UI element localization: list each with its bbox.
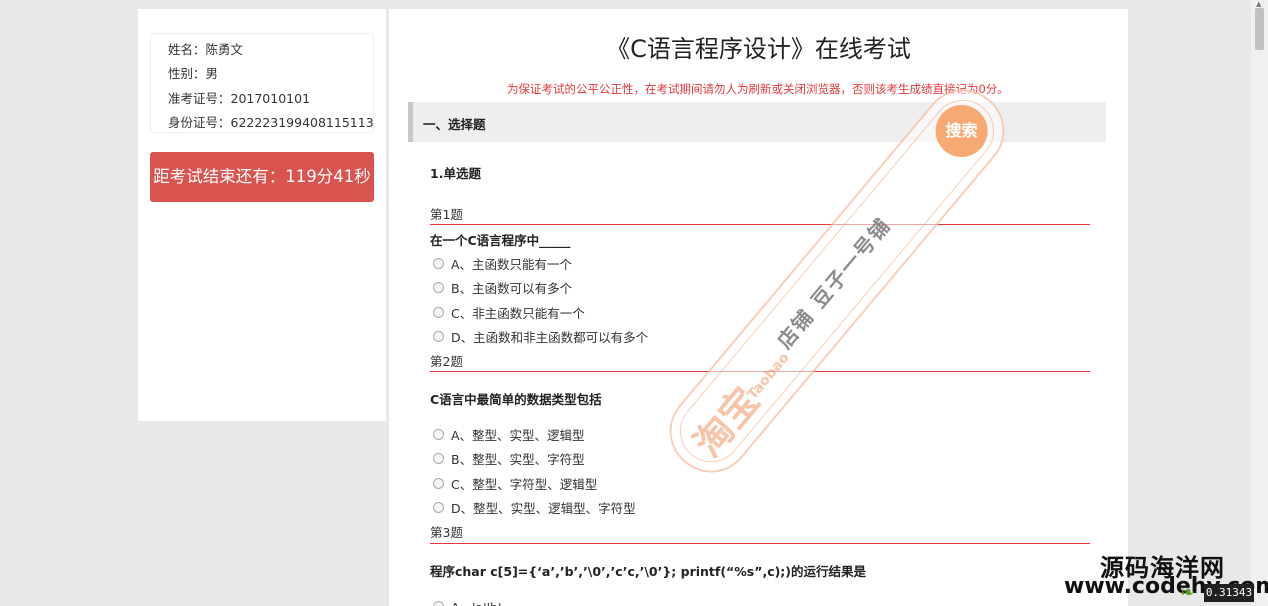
- section-header: 一、选择题: [408, 102, 1106, 142]
- question-type-heading: 1.单选题: [430, 166, 481, 181]
- answer-option[interactable]: D、整型、实型、逻辑型、字符型: [433, 498, 636, 517]
- student-id-number: 身份证号：622223199408115113: [168, 115, 374, 130]
- answer-option[interactable]: A、整型、实型、逻辑型: [433, 425, 585, 444]
- section-title: 一、选择题: [423, 117, 486, 132]
- question-number: 第3题: [430, 525, 463, 540]
- option-label: D、主函数和非主函数都可以有多个: [451, 330, 649, 345]
- radio-button-icon[interactable]: [433, 258, 444, 269]
- question-divider: [430, 224, 1090, 225]
- option-label: B、主函数可以有多个: [451, 281, 573, 296]
- student-info-box: 姓名：陈勇文 性别：男 准考证号：2017010101 身份证号：6222231…: [150, 33, 374, 133]
- answer-option[interactable]: B、整型、实型、字符型: [433, 449, 585, 468]
- option-label: A、'a''b': [451, 597, 501, 606]
- option-label: C、整型、字符型、逻辑型: [451, 477, 598, 492]
- page-scrollbar[interactable]: ▲: [1251, 0, 1268, 606]
- radio-button-icon[interactable]: [433, 453, 444, 464]
- answer-option[interactable]: A、'a''b': [433, 597, 501, 606]
- exam-main: 《C语言程序设计》在线考试 为保证考试的公平公正性，在考试期间请勿人为刷新或关闭…: [389, 9, 1128, 606]
- radio-button-icon[interactable]: [433, 307, 444, 318]
- answer-option[interactable]: A、主函数只能有一个: [433, 254, 572, 273]
- countdown-timer: 距考试结束还有：119分41秒: [150, 152, 374, 202]
- student-info-panel: 姓名：陈勇文 性别：男 准考证号：2017010101 身份证号：6222231…: [138, 9, 386, 421]
- option-label: B、整型、实型、字符型: [451, 452, 585, 467]
- radio-button-icon[interactable]: [433, 331, 444, 342]
- student-gender: 性别：男: [168, 66, 219, 81]
- radio-button-icon[interactable]: [433, 478, 444, 489]
- radio-button-icon[interactable]: [433, 601, 444, 606]
- radio-button-icon[interactable]: [433, 429, 444, 440]
- option-label: A、整型、实型、逻辑型: [451, 428, 585, 443]
- option-label: A、主函数只能有一个: [451, 257, 573, 272]
- corner-tag: 0.31343: [1204, 584, 1254, 602]
- question-number: 第2题: [430, 354, 463, 369]
- student-ticket-number: 准考证号：2017010101: [168, 91, 311, 106]
- student-name: 姓名：陈勇文: [168, 42, 244, 57]
- option-label: C、非主函数只能有一个: [451, 306, 585, 321]
- scroll-up-arrow-icon[interactable]: ▲: [1256, 0, 1261, 8]
- question-stem: C语言中最简单的数据类型包括: [430, 392, 602, 407]
- answer-option[interactable]: D、主函数和非主函数都可以有多个: [433, 327, 648, 346]
- radio-button-icon[interactable]: [433, 282, 444, 293]
- radio-button-icon[interactable]: [433, 502, 444, 513]
- answer-option[interactable]: B、主函数可以有多个: [433, 278, 572, 297]
- question-divider: [430, 543, 1090, 544]
- option-label: D、整型、实型、逻辑型、字符型: [451, 501, 636, 516]
- question-divider: [430, 371, 1090, 372]
- question-stem: 在一个C语言程序中_____: [430, 233, 571, 248]
- leaf-icon: ❧: [1180, 582, 1196, 603]
- answer-option[interactable]: C、整型、字符型、逻辑型: [433, 474, 597, 493]
- scroll-thumb[interactable]: [1255, 8, 1264, 50]
- exam-title: 《C语言程序设计》在线考试: [606, 35, 911, 63]
- answer-option[interactable]: C、非主函数只能有一个: [433, 303, 585, 322]
- exam-notice: 为保证考试的公平公正性，在考试期间请勿人为刷新或关闭浏览器，否则该考生成绩直接记…: [507, 82, 1009, 96]
- question-number: 第1题: [430, 207, 463, 222]
- question-stem: 程序char c[5]={‘a’,’b’,’\0’,’c’c,’\0’}; pr…: [430, 564, 867, 579]
